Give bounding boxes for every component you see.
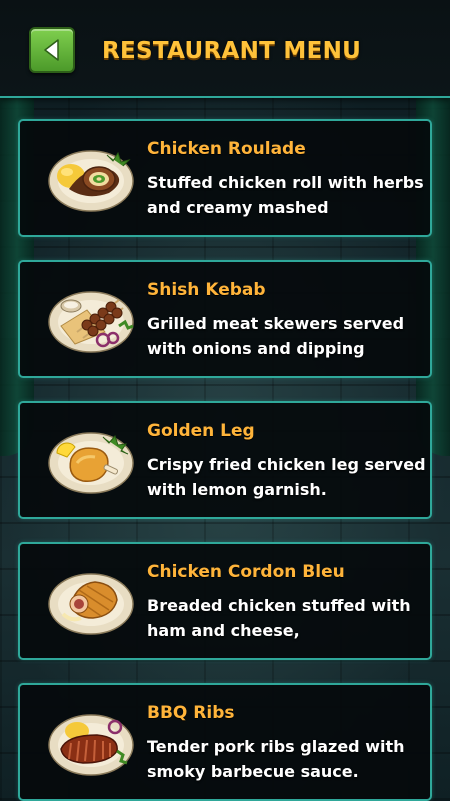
menu-item-shish-kebab[interactable]: Shish Kebab Grilled meat skewers served … [18,260,432,378]
bbq-ribs-plate-icon [47,705,135,779]
dish-name: Chicken Cordon Bleu [147,562,345,582]
back-arrow-icon [44,39,59,61]
page-title: RESTAURANT MENU [102,38,362,64]
shish-kebab-plate-icon [47,282,135,356]
dish-description: Grilled meat skewers served with onions … [147,314,405,358]
dish-name: Golden Leg [147,421,255,441]
dish-name: Chicken Roulade [147,139,306,159]
dish-description: Crispy fried chicken leg served with lem… [147,455,426,499]
dish-name: Shish Kebab [147,280,266,300]
chicken-roulade-plate-icon [47,141,135,215]
menu-item-chicken-roulade[interactable]: Chicken Roulade Stuffed chicken roll wit… [18,119,432,237]
menu-item-chicken-cordon-bleu[interactable]: Chicken Cordon Bleu Breaded chicken stuf… [18,542,432,660]
menu-item-bbq-ribs[interactable]: BBQ Ribs Tender pork ribs glazed with sm… [18,683,432,801]
back-button[interactable] [29,27,75,73]
cordon-bleu-plate-icon [47,564,135,638]
header-bar: RESTAURANT MENU [0,0,450,98]
golden-leg-plate-icon [47,423,135,497]
dish-name: BBQ Ribs [147,703,235,723]
dish-description: Tender pork ribs glazed with smoky barbe… [147,737,405,781]
dish-description: Stuffed chicken roll with herbs and crea… [147,173,424,217]
dish-description: Breaded chicken stuffed with ham and che… [147,596,411,640]
menu-item-golden-leg[interactable]: Golden Leg Crispy fried chicken leg serv… [18,401,432,519]
